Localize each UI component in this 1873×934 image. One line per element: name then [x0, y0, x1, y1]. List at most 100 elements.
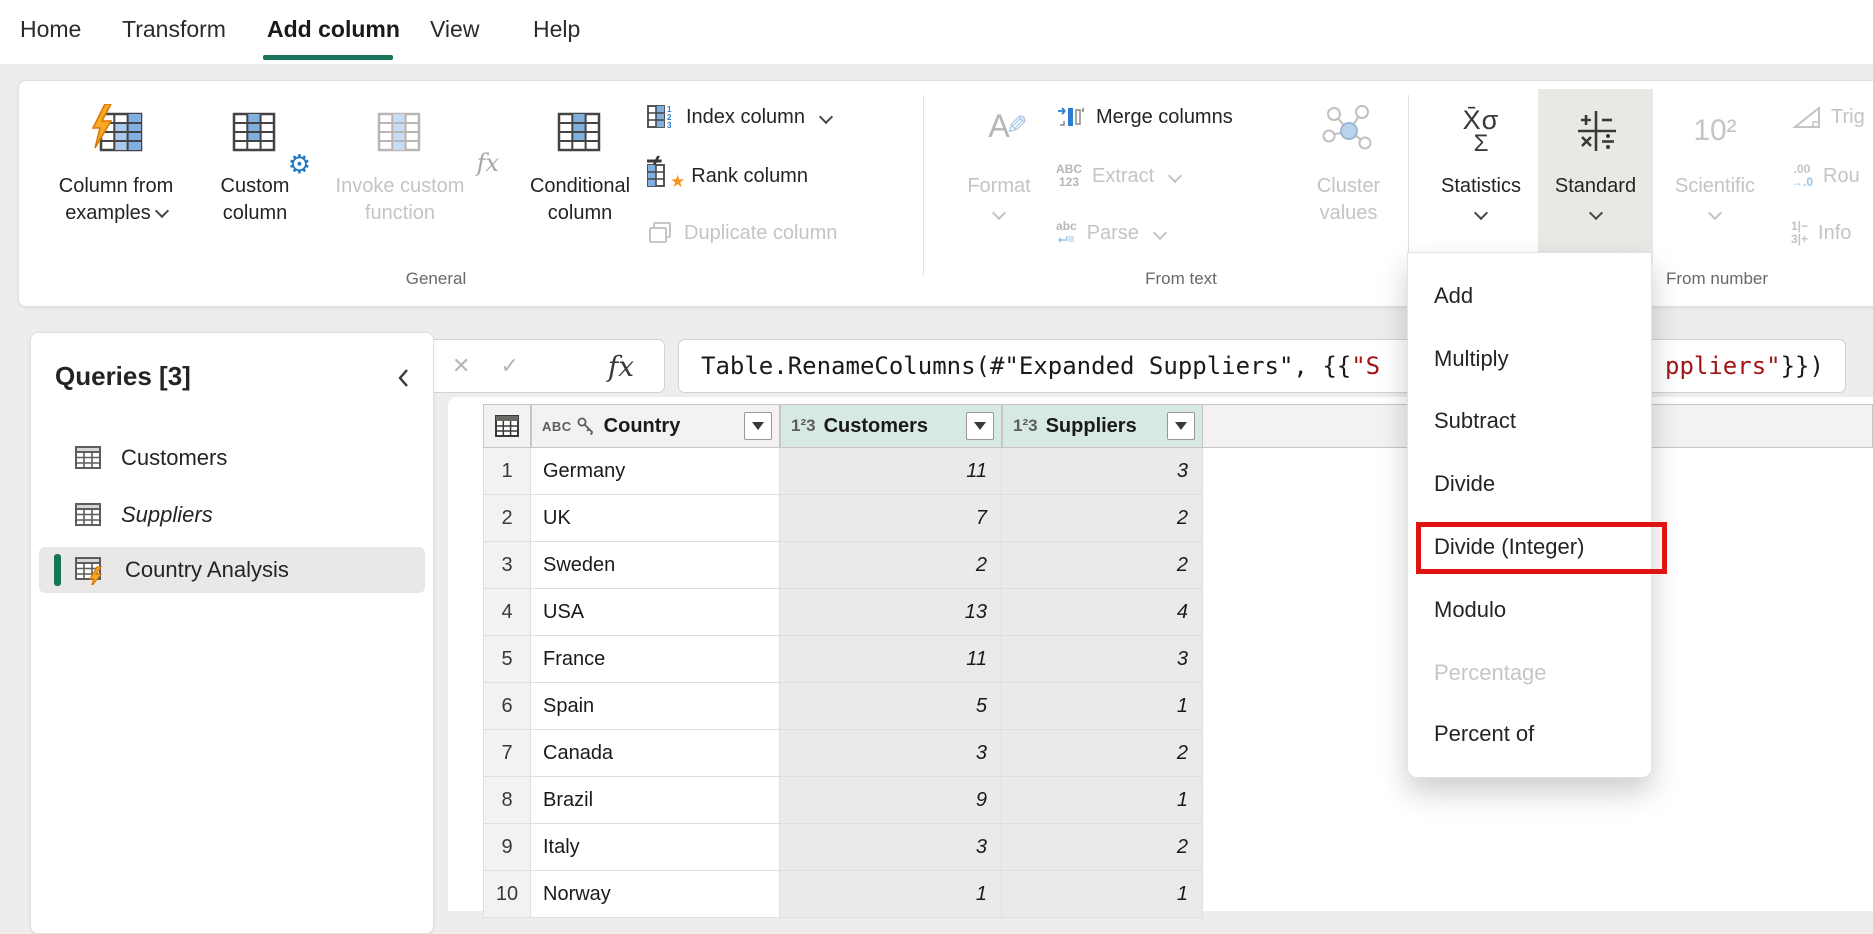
sigma-icon: X̄σ Σ	[1429, 89, 1533, 173]
collapse-pane-chevron-icon[interactable]	[395, 367, 413, 389]
ten-squared-icon: 10²	[1658, 89, 1772, 173]
menu-item-add[interactable]: Add	[1408, 280, 1651, 312]
group-divider	[1408, 95, 1409, 275]
extract-button: ABC 123 Extract	[1056, 154, 1180, 198]
table-fx-icon: fx	[311, 89, 489, 173]
filter-button[interactable]	[966, 412, 994, 440]
tab-view[interactable]: View	[430, 16, 479, 43]
abc-123-icon: ABC 123	[1056, 163, 1082, 189]
chevron-down-icon	[1474, 206, 1488, 220]
chevron-down-icon	[1153, 226, 1167, 240]
selected-indicator-bar	[54, 554, 61, 586]
letter-pencil-icon: A✎	[944, 89, 1054, 173]
queries-panel-title: Queries [3]	[55, 361, 191, 392]
scientific-button: 10² Scientific	[1658, 89, 1772, 265]
filter-button[interactable]	[744, 412, 772, 440]
table-lightning-icon	[31, 89, 201, 173]
chevron-down-icon	[819, 110, 833, 124]
information-button: 1|− 3|+ Info	[1791, 211, 1851, 255]
information-icon: 1|− 3|+	[1791, 220, 1808, 246]
cluster-icon	[1296, 89, 1401, 173]
standard-dropdown-menu: Add Multiply Subtract Divide Divide (Int…	[1407, 252, 1652, 778]
duplicate-column-button: Duplicate column	[646, 211, 837, 255]
text-type-icon: ABC	[542, 419, 572, 434]
tab-help[interactable]: Help	[533, 16, 580, 43]
pencil-icon: ✎	[1006, 110, 1028, 141]
queries-panel: Queries [3] Customers Suppliers	[30, 332, 434, 934]
group-label-from-number: From number	[1637, 269, 1797, 289]
active-tab-underline	[263, 55, 393, 60]
table-star-icon	[646, 162, 672, 190]
table-gear-icon: ⚙	[205, 89, 305, 173]
chevron-down-icon	[1168, 169, 1182, 183]
menu-item-subtract[interactable]: Subtract	[1408, 405, 1651, 437]
rank-column-button[interactable]: ★ Rank column	[646, 154, 808, 198]
formula-text-tail: ppliers"}})	[1665, 352, 1824, 380]
column-from-examples-button[interactable]: Column from examples	[31, 89, 201, 265]
menu-item-percent-of[interactable]: Percent of	[1408, 718, 1651, 750]
invoke-custom-function-button: fx Invoke custom function	[311, 89, 489, 265]
table-not-equal-icon: ≠	[506, 89, 654, 173]
star-icon: ★	[670, 172, 685, 192]
menu-bar: Home Transform Add column View Help	[0, 0, 1873, 64]
tab-add-column[interactable]: Add column	[267, 16, 400, 43]
data-preview: ABC Country 1²3 Customers 1²3 Suppliers …	[448, 397, 1873, 911]
table-icon	[73, 501, 103, 529]
copy-icon	[646, 219, 674, 247]
trig-button: Trig	[1791, 95, 1865, 139]
column-header-customers[interactable]: 1²3 Customers	[780, 404, 1002, 448]
statistics-button[interactable]: X̄σ Σ Statistics	[1429, 89, 1533, 265]
query-item-country-analysis[interactable]: Country Analysis	[39, 547, 425, 593]
column-header-country[interactable]: ABC Country	[531, 404, 780, 448]
cancel-icon[interactable]: ✕	[452, 353, 470, 379]
formula-toolbar: ✕ ✓ fx	[425, 339, 665, 393]
arithmetic-icon	[1538, 89, 1653, 173]
format-button: A✎ Format	[944, 89, 1054, 265]
fx-icon[interactable]: fx	[608, 350, 634, 383]
menu-item-modulo[interactable]: Modulo	[1408, 594, 1651, 626]
cluster-values-button: Cluster values	[1296, 89, 1401, 265]
parse-button: abc ⮠≡ Parse	[1056, 211, 1165, 255]
filter-button[interactable]	[1167, 412, 1195, 440]
triangle-icon	[1791, 103, 1821, 131]
group-label-general: General	[356, 269, 516, 289]
parse-icon: abc ⮠≡	[1056, 220, 1077, 246]
conditional-column-button[interactable]: ≠ Conditional column	[506, 89, 654, 265]
index-column-button[interactable]: 1 2 3 Index column	[646, 95, 831, 139]
rounding-icon: .00 →.0	[1791, 163, 1813, 189]
formula-input[interactable]: Table.RenameColumns(#"Expanded Suppliers…	[678, 339, 1846, 393]
chevron-down-icon	[1588, 206, 1602, 220]
number-type-icon: 1²3	[1013, 416, 1038, 436]
group-divider	[923, 95, 924, 275]
tab-transform[interactable]: Transform	[122, 16, 226, 43]
query-item-suppliers[interactable]: Suppliers	[39, 492, 425, 538]
table-corner-cell[interactable]	[483, 404, 531, 448]
table-123-icon: 1 2 3	[646, 103, 676, 131]
table-grid-icon	[494, 414, 520, 438]
rounding-button: .00 →.0 Rou	[1791, 154, 1860, 198]
check-icon[interactable]: ✓	[500, 353, 518, 379]
menu-item-percentage: Percentage	[1408, 657, 1651, 689]
menu-item-divide[interactable]: Divide	[1408, 468, 1651, 500]
svg-text:3: 3	[667, 121, 672, 130]
column-header-suppliers[interactable]: 1²3 Suppliers	[1002, 404, 1203, 448]
merge-columns-icon	[1056, 103, 1086, 131]
menu-item-divide-integer[interactable]: Divide (Integer)	[1408, 531, 1651, 563]
number-type-icon: 1²3	[791, 416, 816, 436]
custom-column-button[interactable]: ⚙ Custom column	[205, 89, 305, 265]
table-icon	[73, 444, 103, 472]
tab-home[interactable]: Home	[20, 16, 81, 43]
chevron-down-icon	[155, 204, 169, 218]
menu-item-multiply[interactable]: Multiply	[1408, 343, 1651, 375]
query-item-customers[interactable]: Customers	[39, 435, 425, 481]
table-lightning-icon	[73, 555, 107, 585]
key-icon	[576, 416, 596, 436]
merge-columns-button[interactable]: Merge columns	[1056, 95, 1233, 139]
group-label-from-text: From text	[1101, 269, 1261, 289]
chevron-down-icon	[992, 206, 1006, 220]
chevron-down-icon	[1708, 206, 1722, 220]
filter-triangle-icon	[1175, 422, 1187, 430]
filter-triangle-icon	[974, 422, 986, 430]
filter-triangle-icon	[752, 422, 764, 430]
standard-button[interactable]: Standard	[1538, 89, 1653, 265]
